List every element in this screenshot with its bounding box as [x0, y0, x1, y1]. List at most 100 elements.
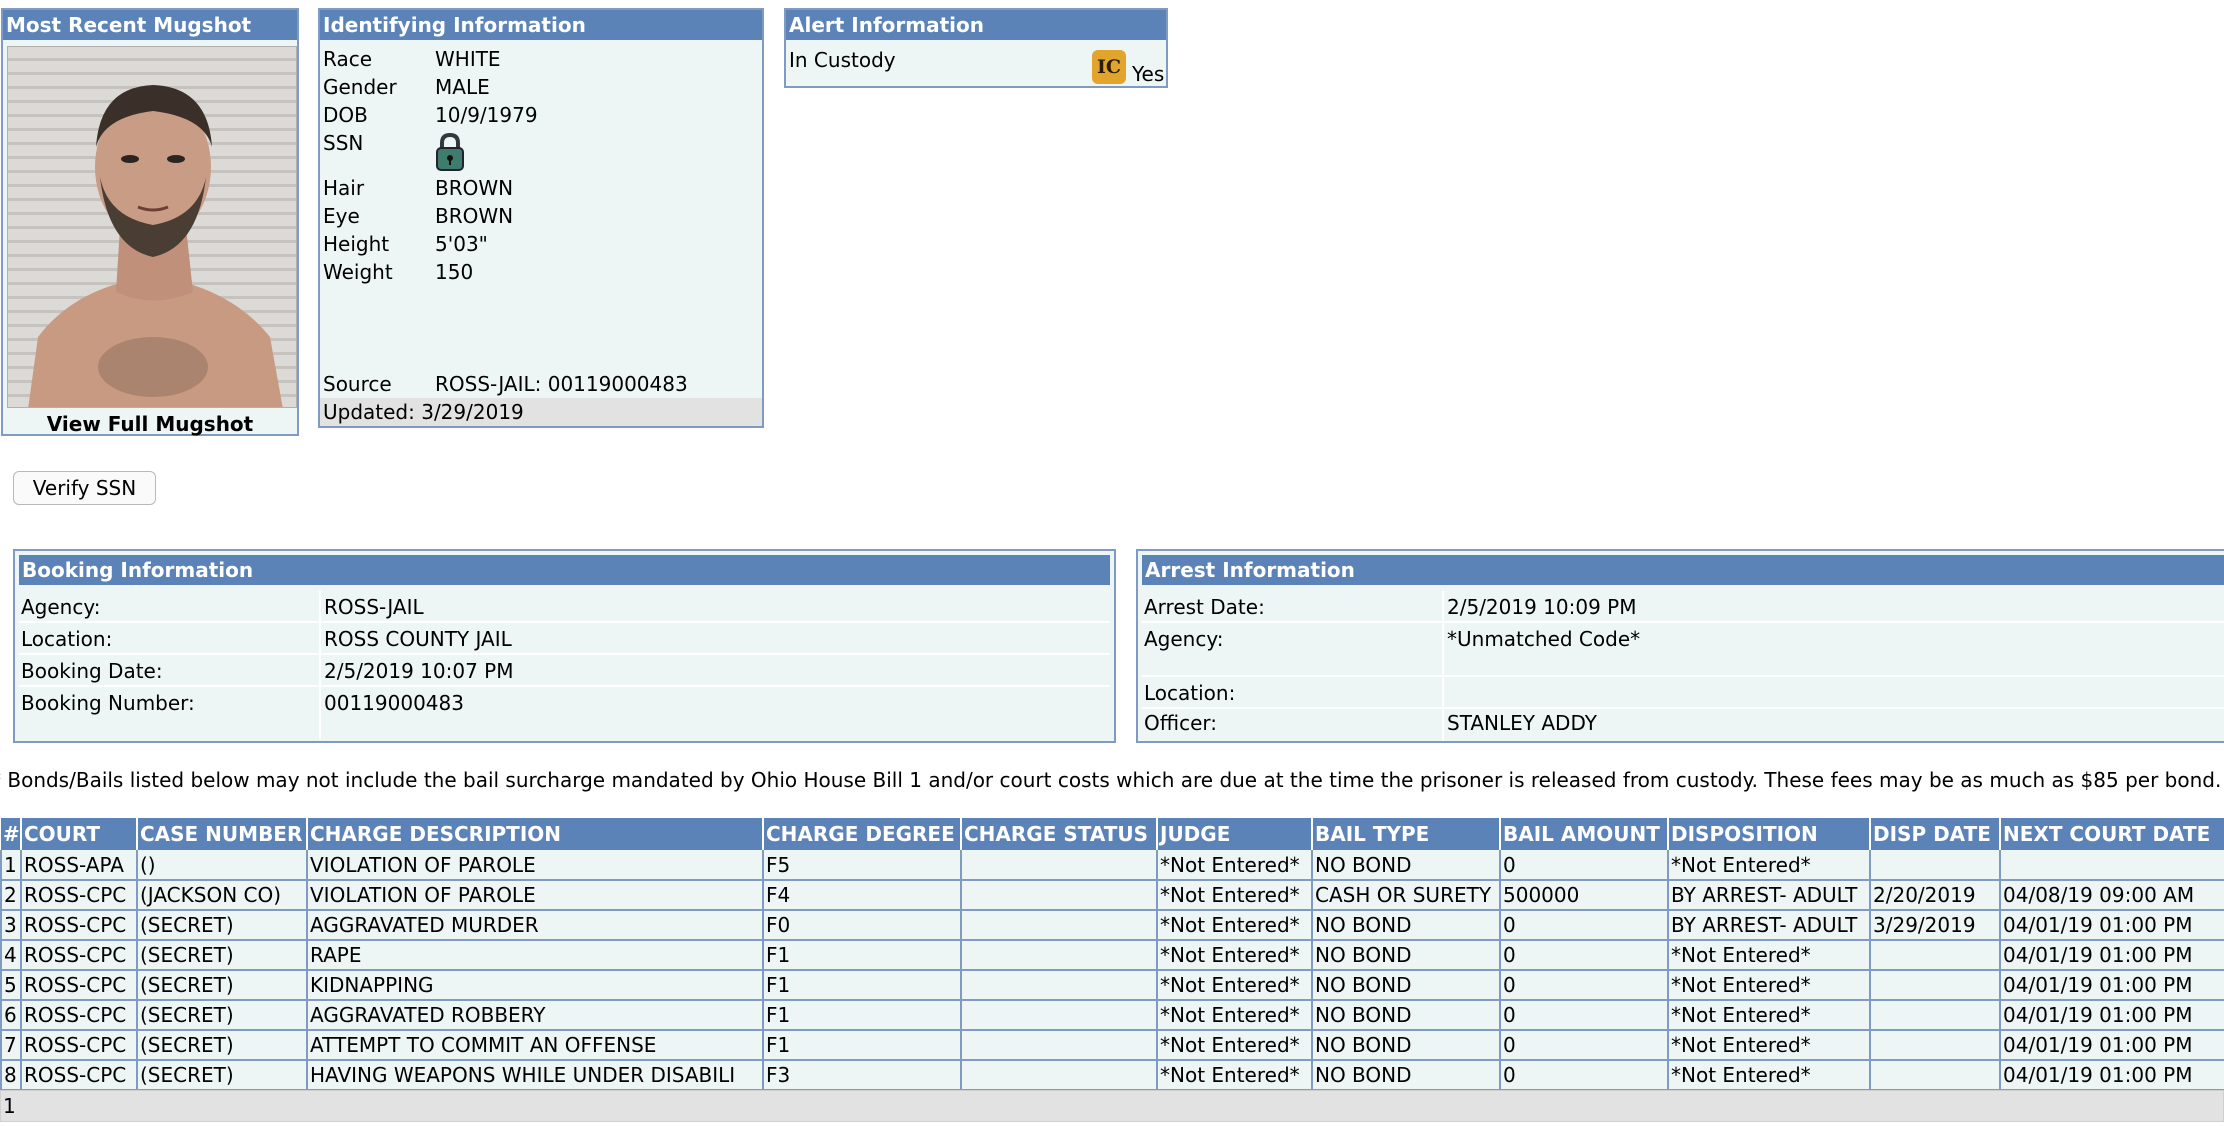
cell-case-number: () — [136, 850, 308, 881]
cell-case-number: (JACKSON CO) — [136, 880, 308, 911]
cell-disp-date — [1869, 1000, 2001, 1031]
field-label: Source — [323, 372, 392, 396]
cell-case-number: (SECRET) — [136, 910, 308, 941]
field-label: Height — [323, 232, 390, 256]
charge-row: 2 ROSS-CPC (JACKSON CO) VIOLATION OF PAROLE… — [0, 880, 2224, 911]
cell-row-number: 3 — [0, 910, 22, 941]
row-value: ROSS-JAIL — [324, 595, 424, 619]
row-value: ROSS COUNTY JAIL — [324, 627, 512, 651]
mugshot-panel-title: Most Recent Mugshot — [3, 10, 297, 40]
cell-court: ROSS-CPC — [20, 910, 138, 941]
row-label: Booking Number: — [21, 691, 195, 715]
cell-disp-date — [1869, 970, 2001, 1001]
booking-row-location: Location: ROSS COUNTY JAIL — [19, 623, 1110, 655]
cell-bail-amount: 0 — [1499, 940, 1669, 971]
cell-disp-date — [1869, 850, 2001, 881]
cell-row-number: 7 — [0, 1030, 22, 1061]
cell-disposition: *Not Entered* — [1667, 1030, 1871, 1061]
cell-charge-status — [960, 910, 1158, 941]
in-custody-icon: IC — [1092, 50, 1126, 84]
col-header-charge-status: CHARGE STATUS — [961, 818, 1158, 850]
bail-disclaimer: * Bonds/Bails listed below may not inclu… — [0, 768, 2222, 792]
cell-disposition: BY ARREST- ADULT — [1667, 880, 1871, 911]
cell-court: ROSS-CPC — [20, 1060, 138, 1091]
cell-court: ROSS-CPC — [20, 1030, 138, 1061]
cell-case-number: (SECRET) — [136, 970, 308, 1001]
cell-disposition: *Not Entered* — [1667, 1000, 1871, 1031]
cell-judge: *Not Entered* — [1156, 940, 1313, 971]
cell-bail-amount: 0 — [1499, 970, 1669, 1001]
booking-information-panel: Booking Information Agency: ROSS-JAIL Loc… — [13, 549, 1116, 743]
in-custody-label: In Custody — [789, 48, 896, 72]
ssn-field: SSN — [323, 131, 435, 155]
cell-bail-amount: 0 — [1499, 1000, 1669, 1031]
row-value: 2/5/2019 10:07 PM — [324, 659, 514, 683]
cell-charge-description: AGGRAVATED MURDER — [306, 910, 764, 941]
view-full-mugshot-link[interactable]: View Full Mugshot — [3, 412, 297, 436]
cell-court: ROSS-CPC — [20, 940, 138, 971]
cell-charge-description: HAVING WEAPONS WHILE UNDER DISABILI — [306, 1060, 764, 1091]
field-value: 5'03" — [435, 232, 488, 256]
row-divider — [319, 655, 321, 687]
booking-row-agency: Agency: ROSS-JAIL — [19, 591, 1110, 623]
row-value: 2/5/2019 10:09 PM — [1447, 595, 1637, 619]
gender-field: Gender MALE — [323, 75, 490, 99]
row-label: Agency: — [1144, 627, 1224, 651]
row-value: *Unmatched Code* — [1447, 627, 1641, 651]
cell-charge-status — [960, 1000, 1158, 1031]
cell-case-number: (SECRET) — [136, 940, 308, 971]
cell-court: ROSS-APA — [20, 850, 138, 881]
lock-icon — [435, 132, 465, 177]
row-divider — [1442, 709, 1444, 741]
charge-row: 6 ROSS-CPC (SECRET) AGGRAVATED ROBBERY F1 *No… — [0, 1000, 2224, 1031]
arrest-row-agency: Agency: *Unmatched Code* — [1142, 623, 2224, 677]
in-custody-value: Yes — [1132, 62, 1165, 86]
row-divider — [319, 687, 321, 739]
updated-date: Updated: 3/29/2019 — [320, 398, 762, 426]
verify-ssn-button[interactable]: Verify SSN — [13, 471, 156, 505]
dob-field: DOB 10/9/1979 — [323, 103, 538, 127]
charge-row: 3 ROSS-CPC (SECRET) AGGRAVATED MURDER F0 *Not… — [0, 910, 2224, 941]
cell-bail-amount: 0 — [1499, 1030, 1669, 1061]
col-header-charge-degree: CHARGE DEGREE — [763, 818, 962, 850]
charges-body: 1 ROSS-APA() VIOLATION OF PAROLE F5 *Not Ent… — [0, 850, 2224, 1091]
cell-charge-degree: F1 — [762, 1000, 962, 1031]
cell-row-number: 2 — [0, 880, 22, 911]
charge-row: 5 ROSS-CPC (SECRET) KIDNAPPING F1 *Not Entere… — [0, 970, 2224, 1001]
cell-next-court-date: 04/01/19 01:00 PM — [1999, 1060, 2224, 1091]
cell-bail-type: NO BOND — [1311, 850, 1501, 881]
cell-judge: *Not Entered* — [1156, 1060, 1313, 1091]
cell-bail-type: NO BOND — [1311, 940, 1501, 971]
arrest-information-panel: Arrest Information Arrest Date: 2/5/2019 … — [1136, 549, 2224, 743]
col-header-disposition: DISPOSITION — [1668, 818, 1871, 850]
cell-court: ROSS-CPC — [20, 970, 138, 1001]
cell-next-court-date — [1999, 850, 2224, 881]
arrest-row-officer: Officer: STANLEY ADDY — [1142, 709, 2224, 741]
mugshot-image — [8, 47, 296, 407]
cell-charge-degree: F3 — [762, 1060, 962, 1091]
cell-next-court-date: 04/01/19 01:00 PM — [1999, 970, 2224, 1001]
cell-row-number: 1 — [0, 850, 22, 881]
field-value: BROWN — [435, 176, 514, 200]
col-header-number: # — [1, 818, 22, 850]
cell-charge-status — [960, 1030, 1158, 1061]
field-label: DOB — [323, 103, 368, 127]
cell-court: ROSS-CPC — [20, 880, 138, 911]
col-header-bail-type: BAIL TYPE — [1312, 818, 1501, 850]
mugshot-photo[interactable] — [7, 46, 297, 408]
cell-disp-date — [1869, 940, 2001, 971]
col-header-court: COURT — [21, 818, 138, 850]
cell-next-court-date: 04/01/19 01:00 PM — [1999, 1030, 2224, 1061]
row-value: 00119000483 — [324, 691, 464, 715]
charge-row: 4 ROSS-CPC (SECRET) RAPE F1 *Not Entered* NO B… — [0, 940, 2224, 971]
row-divider — [319, 623, 321, 655]
cell-charge-status — [960, 970, 1158, 1001]
arrest-information-title: Arrest Information — [1142, 555, 2224, 585]
cell-bail-amount: 500000 — [1499, 880, 1669, 911]
cell-next-court-date: 04/01/19 01:00 PM — [1999, 910, 2224, 941]
cell-charge-description: VIOLATION OF PAROLE — [306, 850, 764, 881]
charge-row: 7 ROSS-CPC (SECRET) ATTEMPT TO COMMIT AN OF… — [0, 1030, 2224, 1061]
charges-pager[interactable]: 1 — [0, 1090, 2224, 1122]
cell-disposition: BY ARREST- ADULT — [1667, 910, 1871, 941]
field-label: Weight — [323, 260, 393, 284]
